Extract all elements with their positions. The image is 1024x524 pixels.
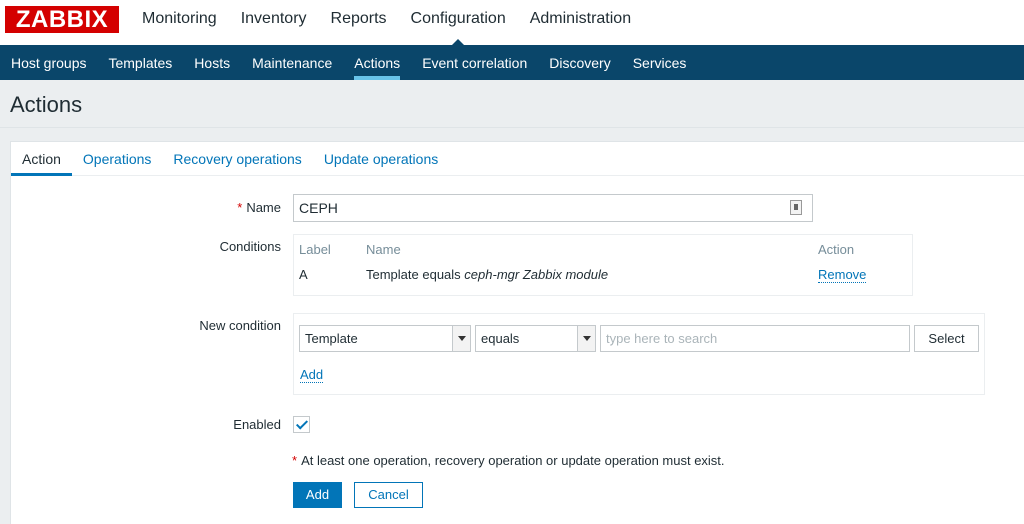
action-form-panel: Action Operations Recovery operations Up… bbox=[10, 141, 1024, 524]
name-label-text: Name bbox=[246, 200, 281, 215]
menu-monitoring[interactable]: Monitoring bbox=[130, 0, 229, 45]
title-divider bbox=[0, 127, 1024, 128]
condition-operator-value: equals bbox=[481, 331, 520, 346]
enabled-checkbox[interactable] bbox=[293, 416, 310, 433]
add-condition-link[interactable]: Add bbox=[300, 367, 324, 383]
top-bar: ZABBIX Monitoring Inventory Reports Conf… bbox=[0, 0, 1024, 46]
condition-row-label: A bbox=[299, 267, 308, 282]
main-menu: Monitoring Inventory Reports Configurati… bbox=[130, 0, 643, 46]
name-label: * Name bbox=[81, 200, 281, 215]
submenu-hosts[interactable]: Hosts bbox=[183, 45, 241, 80]
submenu-services[interactable]: Services bbox=[622, 45, 698, 80]
conditions-header-label: Label bbox=[299, 242, 331, 257]
form-tabs: Action Operations Recovery operations Up… bbox=[11, 142, 1024, 176]
new-condition-box: Template equals type here to search Sele… bbox=[293, 313, 985, 395]
condition-type-select[interactable]: Template bbox=[299, 325, 471, 352]
tab-operations[interactable]: Operations bbox=[72, 142, 162, 175]
select-button[interactable]: Select bbox=[914, 325, 979, 352]
submenu-templates[interactable]: Templates bbox=[97, 45, 183, 80]
chevron-down-icon bbox=[577, 326, 595, 351]
menu-configuration[interactable]: Configuration bbox=[399, 0, 518, 46]
condition-row-name-prefix: Template equals bbox=[366, 267, 461, 282]
condition-row-name-value: ceph-mgr Zabbix module bbox=[464, 267, 609, 282]
condition-row-name: Template equals ceph-mgr Zabbix module bbox=[366, 267, 608, 282]
conditions-header-name: Name bbox=[366, 242, 401, 257]
tab-recovery-operations[interactable]: Recovery operations bbox=[162, 142, 312, 175]
name-field[interactable]: CEPH bbox=[293, 194, 813, 222]
submenu-maintenance[interactable]: Maintenance bbox=[241, 45, 343, 80]
tab-update-operations[interactable]: Update operations bbox=[313, 142, 449, 175]
zabbix-logo[interactable]: ZABBIX bbox=[5, 6, 119, 33]
menu-reports[interactable]: Reports bbox=[319, 0, 399, 45]
conditions-header-action: Action bbox=[818, 242, 855, 257]
cancel-button[interactable]: Cancel bbox=[354, 482, 423, 508]
menu-inventory[interactable]: Inventory bbox=[229, 0, 319, 45]
required-mark: * bbox=[237, 200, 243, 215]
submenu-event-correlation[interactable]: Event correlation bbox=[411, 45, 538, 80]
remove-condition-link[interactable]: Remove bbox=[818, 267, 867, 283]
chevron-down-icon bbox=[452, 326, 470, 351]
add-button[interactable]: Add bbox=[293, 482, 342, 508]
keyboard-icon bbox=[790, 200, 802, 215]
validation-note-text: At least one operation, recovery operati… bbox=[301, 453, 725, 468]
tab-action[interactable]: Action bbox=[11, 142, 72, 176]
conditions-label: Conditions bbox=[219, 239, 281, 254]
validation-note: * At least one operation, recovery operat… bbox=[292, 453, 725, 468]
sub-menu: Host groups Templates Hosts Maintenance … bbox=[0, 45, 1024, 80]
enabled-label: Enabled bbox=[233, 417, 281, 432]
new-condition-label: New condition bbox=[199, 318, 281, 333]
menu-administration[interactable]: Administration bbox=[518, 0, 643, 45]
page-title: Actions bbox=[10, 92, 83, 117]
required-mark: * bbox=[292, 453, 298, 468]
condition-operator-select[interactable]: equals bbox=[475, 325, 596, 352]
submenu-host-groups[interactable]: Host groups bbox=[0, 45, 97, 80]
condition-type-value: Template bbox=[305, 331, 358, 346]
submenu-discovery[interactable]: Discovery bbox=[538, 45, 621, 80]
submenu-actions[interactable]: Actions bbox=[343, 45, 411, 80]
template-search-input[interactable]: type here to search bbox=[600, 325, 910, 352]
name-field-value: CEPH bbox=[299, 200, 338, 216]
conditions-table: Label Name Action A Template equals ceph… bbox=[293, 234, 913, 296]
